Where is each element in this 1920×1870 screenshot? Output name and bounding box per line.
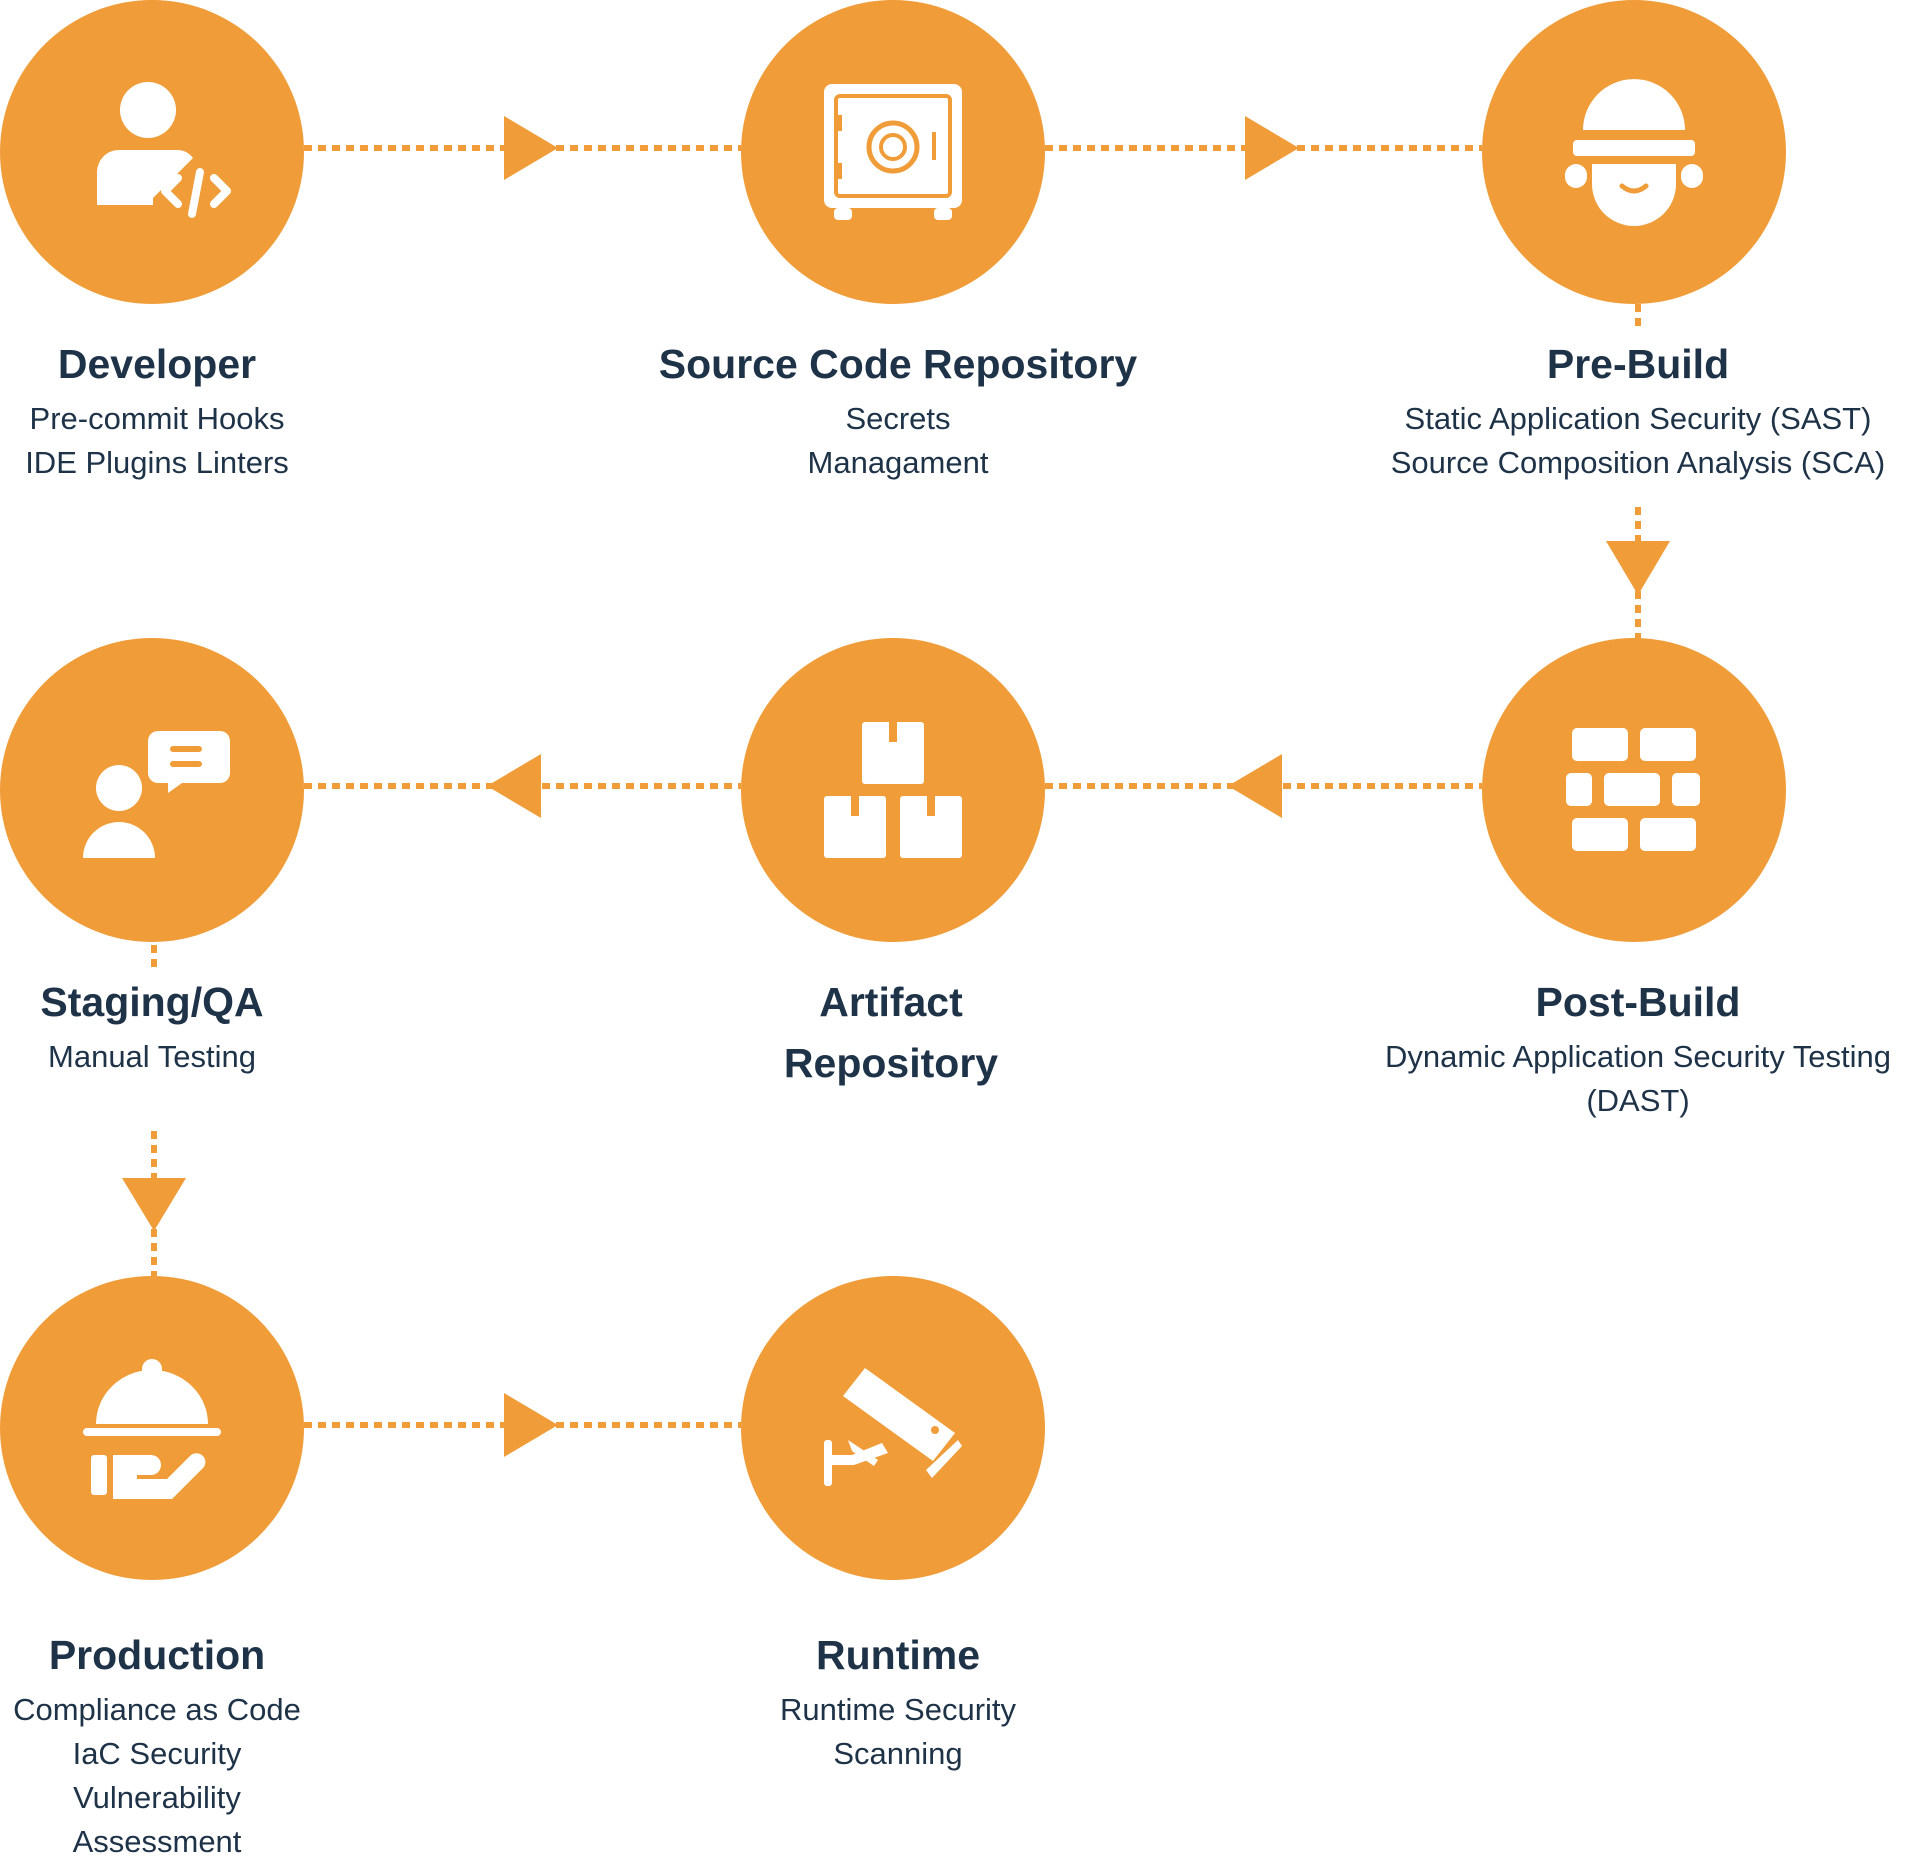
- stage-label-post-build: Post-Build Dynamic Application Security …: [1338, 972, 1920, 1123]
- stage-detail: Source Composition Analysis (SCA): [1390, 445, 1886, 480]
- stage-detail: Assessment: [72, 1824, 242, 1859]
- stage-title: Pre-Build: [1546, 341, 1730, 387]
- stage-detail: Secrets: [845, 401, 951, 436]
- stage-title: Artifact: [819, 979, 963, 1025]
- stage-title: Production: [48, 1632, 266, 1678]
- stage-label-staging-qa: Staging/QA Manual Testing: [0, 972, 452, 1079]
- stage-label-developer: Developer Pre-commit Hooks IDE Plugins L…: [0, 334, 457, 485]
- stage-label-artifact-repository: Artifact Repository: [591, 972, 1191, 1094]
- safe-vault-icon: [824, 84, 962, 220]
- arrow-right-icon: [504, 1393, 558, 1457]
- stage-circle-artifact-repository: [741, 638, 1045, 942]
- stage-detail: Static Application Security (SAST): [1404, 401, 1872, 436]
- stage-title: Repository: [783, 1040, 999, 1086]
- stage-circle-staging-qa: [0, 638, 304, 942]
- stage-title: Source Code Repository: [658, 341, 1138, 387]
- arrow-down-icon: [1606, 541, 1670, 595]
- stage-detail: Compliance as Code: [13, 1692, 301, 1727]
- stage-detail: Managament: [807, 445, 989, 480]
- stage-label-source-code-repository: Source Code Repository Secrets Managamen…: [598, 334, 1198, 485]
- stage-detail: Dynamic Application Security Testing: [1384, 1039, 1891, 1074]
- stage-label-production: Production Compliance as Code IaC Securi…: [0, 1625, 457, 1864]
- arrow-left-icon: [1228, 754, 1282, 818]
- stage-label-pre-build: Pre-Build Static Application Security (S…: [1338, 334, 1920, 485]
- stage-detail: Scanning: [833, 1736, 963, 1771]
- stage-title: Post-Build: [1535, 979, 1741, 1025]
- stage-detail: (DAST): [1586, 1083, 1690, 1118]
- stage-title: Runtime: [816, 1632, 980, 1678]
- stage-detail: Vulnerability: [73, 1780, 241, 1815]
- pipeline-diagram: [0, 0, 1786, 1580]
- stage-label-runtime: Runtime Runtime Security Scanning: [598, 1625, 1198, 1776]
- stage-detail: IaC Security: [72, 1736, 242, 1771]
- stage-detail: Runtime Security: [779, 1692, 1017, 1727]
- stage-detail: Pre-commit Hooks: [29, 401, 285, 436]
- stage-title: Staging/QA: [40, 979, 264, 1025]
- arrow-down-icon: [122, 1178, 186, 1231]
- stage-detail: Manual Testing: [48, 1039, 256, 1074]
- arrow-left-icon: [487, 754, 541, 818]
- arrow-right-icon: [504, 116, 558, 180]
- arrow-right-icon: [1245, 116, 1299, 180]
- stage-detail: IDE Plugins Linters: [25, 445, 289, 480]
- stage-title: Developer: [57, 341, 257, 387]
